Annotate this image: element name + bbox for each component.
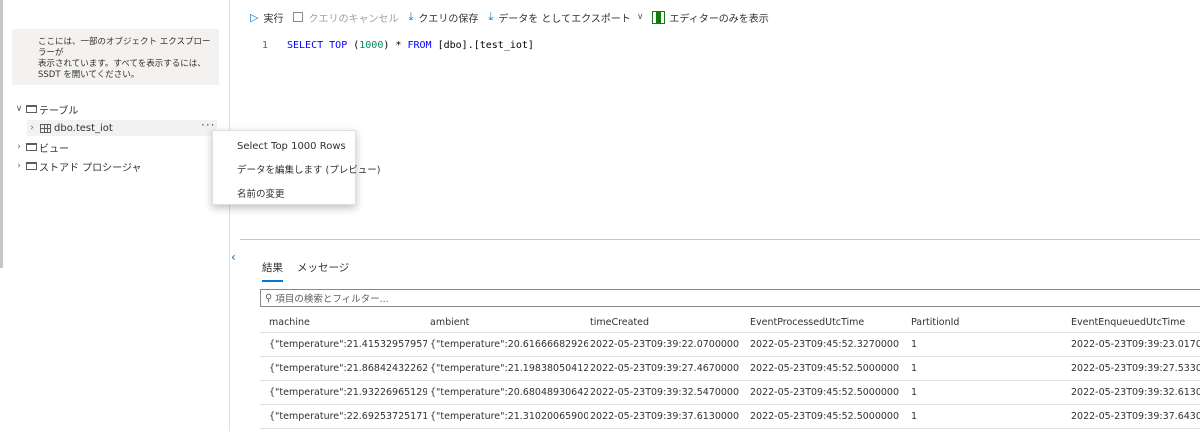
table-row[interactable]: {"temperature":21.932269651294... {"temp…: [260, 381, 1200, 405]
column-header[interactable]: machine: [269, 311, 427, 334]
scrollbar[interactable]: [0, 0, 3, 268]
grid-cell[interactable]: 2022-05-23T09:39:27.4670000: [590, 357, 740, 380]
grid-cell[interactable]: 2022-05-23T09:39:22.0700000: [590, 333, 740, 356]
grid-cell[interactable]: {"temperature":20.616666829267...: [430, 333, 588, 356]
column-header[interactable]: EventProcessedUtcTime: [750, 311, 900, 334]
column-header[interactable]: EventEnqueuedUtcTime: [1071, 311, 1200, 334]
download-icon: ⤓: [488, 10, 494, 23]
grid-cell[interactable]: 2022-05-23T09:45:52.5000000: [750, 357, 900, 380]
tree-node-label: テーブル: [39, 105, 79, 117]
keyword: FROM: [407, 40, 432, 51]
grid-cell[interactable]: {"temperature":21.868424322627...: [269, 357, 427, 380]
column-header[interactable]: PartitionId: [911, 311, 1061, 334]
info-line: ここには、一部のオブジェクト エクスプローラーが: [38, 37, 211, 58]
grid-cell[interactable]: {"temperature":21.198380504128...: [430, 357, 588, 380]
chevron-right-icon[interactable]: ›: [14, 142, 24, 152]
chevron-right-icon[interactable]: ›: [27, 123, 37, 133]
folder-icon: [26, 105, 37, 113]
export-label: データを としてエクスポート: [498, 13, 631, 25]
grid-header-row: machine ambient timeCreated EventProcess…: [260, 311, 1200, 333]
table-icon: [40, 123, 51, 133]
grid-icon: [652, 10, 666, 24]
grid-cell[interactable]: {"temperature":21.415329579573...: [269, 333, 427, 356]
play-icon: ▷: [250, 10, 259, 24]
menu-item-rename[interactable]: 名前の変更: [213, 183, 355, 207]
grid-cell[interactable]: 2022-05-23T09:39:37.6430000: [1071, 405, 1200, 428]
code-line[interactable]: SELECT TOP (1000) * FROM [dbo].[test_iot…: [287, 40, 534, 51]
cancel-query-button[interactable]: クエリのキャンセル: [293, 10, 398, 25]
table-row[interactable]: {"temperature":21.415329579573... {"temp…: [260, 333, 1200, 357]
folder-icon: [26, 162, 37, 170]
search-icon: ⚲: [265, 292, 273, 304]
editor-only-label: エディターのみを表示: [669, 13, 769, 25]
number-literal: 1000: [359, 40, 384, 51]
download-icon: ⤓: [408, 10, 414, 23]
keyword: TOP: [329, 40, 348, 51]
column-header[interactable]: timeCreated: [590, 311, 740, 334]
grid-cell[interactable]: 2022-05-23T09:39:32.5470000: [590, 381, 740, 404]
results-search-input[interactable]: ⚲ 項目の検索とフィルター...: [260, 289, 1200, 307]
chevron-down-icon: ∨: [636, 12, 644, 22]
table-row[interactable]: {"temperature":21.868424322627... {"temp…: [260, 357, 1200, 381]
run-button[interactable]: ▷ 実行: [250, 10, 283, 25]
grid-cell[interactable]: 1: [911, 381, 1061, 404]
stop-icon: [293, 12, 304, 22]
object-explorer-pane: ⌃ i ここには、一部のオブジェクト エクスプローラーが 表示されています。すべ…: [0, 0, 230, 431]
grid-cell[interactable]: {"temperature":22.692537251716...: [269, 405, 427, 428]
menu-item-edit-data[interactable]: データを編集します (プレビュー): [213, 159, 380, 183]
tree-node-label: ビュー: [39, 143, 69, 155]
operator: *: [395, 40, 402, 51]
grid-cell[interactable]: 2022-05-23T09:39:32.6130000: [1071, 381, 1200, 404]
table-row[interactable]: {"temperature":22.692537251716... {"temp…: [260, 405, 1200, 429]
info-line: 表示されています。すべてを表示するには、: [38, 59, 206, 69]
results-grid: machine ambient timeCreated EventProcess…: [260, 311, 1200, 429]
column-header[interactable]: ambient: [430, 311, 588, 334]
grid-cell[interactable]: 2022-05-23T09:39:37.6130000: [590, 405, 740, 428]
info-message: ここには、一部のオブジェクト エクスプローラーが 表示されています。すべてを表示…: [12, 29, 219, 85]
save-query-button[interactable]: ⤓ クエリの保存: [408, 10, 478, 25]
cancel-label: クエリのキャンセル: [308, 13, 399, 25]
keyword: SELECT: [287, 40, 324, 51]
sql-editor[interactable]: 1 SELECT TOP (1000) * FROM [dbo].[test_i…: [240, 32, 1200, 240]
run-label: 実行: [263, 13, 284, 25]
menu-item-select-top-1000[interactable]: Select Top 1000 Rows: [213, 135, 355, 159]
grid-cell[interactable]: {"temperature":21.932269651294...: [269, 381, 427, 404]
tree-node-stored-procedures[interactable]: › ストアド プロシージャ: [14, 158, 141, 174]
grid-cell[interactable]: 2022-05-23T09:45:52.3270000: [750, 333, 900, 356]
tree-node-label: dbo.test_iot: [54, 122, 113, 134]
tab-results[interactable]: 結果: [262, 260, 283, 282]
export-data-button[interactable]: ⤓ データを としてエクスポート ∨: [488, 10, 643, 25]
chevron-down-icon[interactable]: ∨: [14, 104, 24, 114]
line-number: 1: [262, 40, 269, 51]
grid-cell[interactable]: 1: [911, 357, 1061, 380]
results-tabs: 結果 メッセージ: [262, 260, 363, 282]
query-toolbar: ▷ 実行 クエリのキャンセル ⤓ クエリの保存 ⤓ データを としてエクスポート…: [250, 8, 779, 26]
grid-cell[interactable]: {"temperature":20.680489306422...: [430, 381, 588, 404]
table-identifier: [dbo].[test_iot]: [437, 40, 534, 51]
grid-cell[interactable]: 2022-05-23T09:45:52.5000000: [750, 381, 900, 404]
search-placeholder: 項目の検索とフィルター...: [275, 294, 389, 305]
info-line: SSDT を開いてください。: [38, 70, 140, 80]
tree-node-table-test-iot[interactable]: › dbo.test_iot: [27, 120, 217, 136]
tree-node-views[interactable]: › ビュー: [14, 139, 69, 155]
grid-cell[interactable]: 1: [911, 405, 1061, 428]
chevron-up-icon[interactable]: ⌃: [204, 0, 214, 6]
folder-icon: [26, 143, 37, 151]
save-label: クエリの保存: [418, 13, 479, 25]
chevron-left-icon[interactable]: ‹: [231, 250, 236, 264]
grid-cell[interactable]: 2022-05-23T09:45:52.5000000: [750, 405, 900, 428]
show-editor-only-button[interactable]: エディターのみを表示: [652, 10, 769, 25]
tree-node-label: ストアド プロシージャ: [39, 162, 142, 174]
query-editor-window: ⌃ i ここには、一部のオブジェクト エクスプローラーが 表示されています。すべ…: [0, 0, 1200, 431]
grid-cell[interactable]: 2022-05-23T09:39:23.0170000: [1071, 333, 1200, 356]
chevron-right-icon[interactable]: ›: [14, 161, 24, 171]
tree-node-tables[interactable]: ∨ テーブル: [14, 101, 79, 117]
grid-cell[interactable]: 1: [911, 333, 1061, 356]
grid-cell[interactable]: 2022-05-23T09:39:27.5330000: [1071, 357, 1200, 380]
tab-messages[interactable]: メッセージ: [297, 260, 349, 282]
context-menu: Select Top 1000 Rows データを編集します (プレビュー) 名…: [212, 130, 380, 207]
grid-cell[interactable]: {"temperature":21.310200659004...: [430, 405, 588, 428]
